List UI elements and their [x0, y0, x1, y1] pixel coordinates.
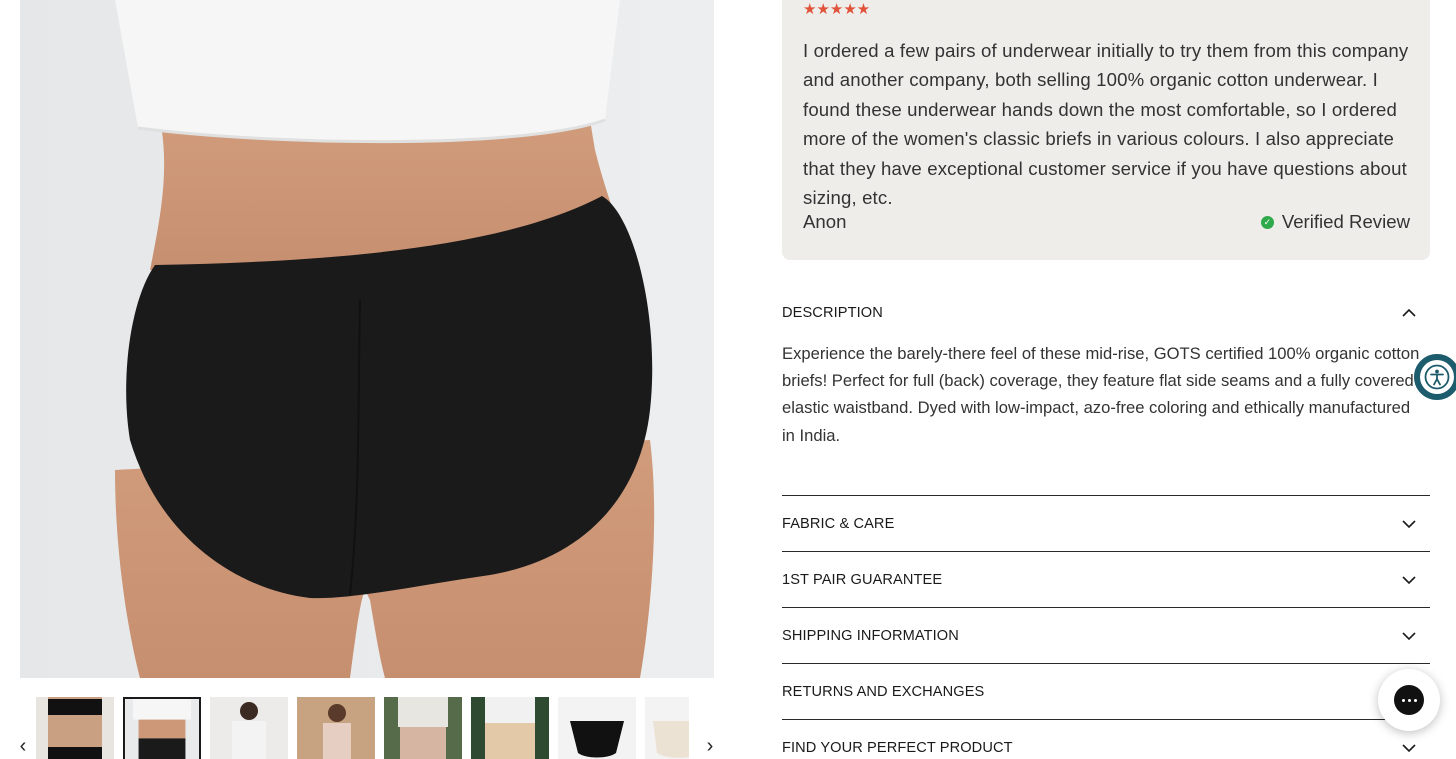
accordion-title: FABRIC & CARE — [782, 515, 895, 532]
accordion-first-pair-guarantee: 1ST PAIR GUARANTEE — [782, 551, 1430, 607]
review-text: I ordered a few pairs of underwear initi… — [803, 40, 1409, 209]
accordion-header-fabric-care[interactable]: FABRIC & CARE — [782, 496, 1430, 551]
accordion-header-find-perfect-product[interactable]: FIND YOUR PERFECT PRODUCT — [782, 720, 1430, 759]
thumbnail[interactable] — [645, 697, 689, 759]
chat-icon — [1394, 685, 1424, 715]
thumbnail-image — [384, 697, 462, 759]
check-circle-icon: ✓ — [1260, 215, 1274, 229]
accordion-header-shipping-information[interactable]: SHIPPING INFORMATION — [782, 608, 1430, 663]
accordion-header-description[interactable]: DESCRIPTION — [782, 286, 1430, 340]
thumbnail-image — [125, 699, 199, 759]
accordion-title: SHIPPING INFORMATION — [782, 627, 959, 644]
thumbnail-image — [558, 697, 636, 759]
chevron-right-icon[interactable]: › — [702, 734, 718, 758]
accessibility-button[interactable] — [1414, 354, 1456, 400]
review-author: Anon — [803, 211, 847, 232]
product-page: ‹ › ★★★★★ I ordered a few pairs of under — [0, 0, 1456, 759]
thumbnail-selected[interactable] — [123, 697, 201, 759]
accordion-fabric-care: FABRIC & CARE — [782, 495, 1430, 551]
accordion-title: DESCRIPTION — [782, 305, 883, 321]
star-rating: ★★★★★ — [803, 1, 871, 18]
accordion-title: RETURNS AND EXCHANGES — [782, 683, 985, 700]
thumbnail[interactable] — [297, 697, 375, 759]
chevron-down-icon — [1402, 629, 1416, 643]
thumbnail-image — [297, 697, 375, 759]
accordion-header-returns-exchanges[interactable]: RETURNS AND EXCHANGES — [782, 664, 1430, 719]
verified-badge: ✓ Verified Review — [1260, 211, 1410, 233]
product-accordion: DESCRIPTION Experience the barely-there … — [782, 286, 1430, 759]
accordion-description: DESCRIPTION Experience the barely-there … — [782, 286, 1430, 495]
chevron-down-icon — [1402, 741, 1416, 755]
thumbnail-image — [210, 697, 288, 759]
thumbnail-image — [471, 697, 549, 759]
accordion-find-perfect-product: FIND YOUR PERFECT PRODUCT — [782, 719, 1430, 759]
accordion-title: FIND YOUR PERFECT PRODUCT — [782, 739, 1013, 756]
thumbnail[interactable] — [471, 697, 549, 759]
accordion-returns-exchanges: RETURNS AND EXCHANGES — [782, 663, 1430, 719]
thumbnail-strip: ‹ › — [0, 684, 730, 759]
thumbnail[interactable] — [384, 697, 462, 759]
accordion-header-first-pair-guarantee[interactable]: 1ST PAIR GUARANTEE — [782, 552, 1430, 607]
accessibility-icon — [1420, 360, 1454, 394]
thumbnail-image — [645, 697, 689, 759]
chevron-left-icon[interactable]: ‹ — [15, 734, 31, 758]
thumbnail-image — [36, 697, 114, 759]
thumbnail[interactable] — [210, 697, 288, 759]
accordion-title: 1ST PAIR GUARANTEE — [782, 571, 943, 588]
thumbnail[interactable] — [558, 697, 636, 759]
product-photo — [20, 0, 714, 678]
chat-button[interactable] — [1378, 669, 1440, 731]
main-product-image[interactable] — [20, 0, 714, 678]
chevron-up-icon — [1402, 306, 1416, 320]
review-card: ★★★★★ I ordered a few pairs of underwear… — [782, 0, 1430, 260]
verified-label: Verified Review — [1281, 211, 1410, 232]
accordion-shipping-information: SHIPPING INFORMATION — [782, 607, 1430, 663]
thumbnail[interactable] — [36, 697, 114, 759]
chevron-down-icon — [1402, 517, 1416, 531]
accordion-body-description: Experience the barely-there feel of thes… — [782, 344, 1420, 445]
chevron-down-icon — [1402, 573, 1416, 587]
